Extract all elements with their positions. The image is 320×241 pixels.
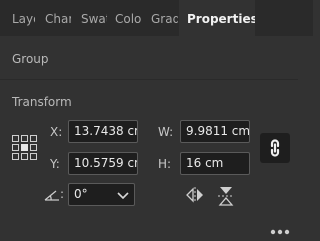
height-field[interactable]: 16 cm	[180, 152, 250, 175]
tab-gradient[interactable]: Gradient	[151, 0, 178, 36]
panel-tab-bar: Layers Character Swatches Color Gradient…	[0, 0, 313, 36]
y-field[interactable]: 10.5759 cm	[68, 152, 138, 175]
width-field[interactable]: 9.9811 cm	[180, 120, 250, 143]
constrain-proportions-button[interactable]	[260, 133, 290, 163]
flip-vertical-icon[interactable]	[218, 186, 234, 210]
tab-character[interactable]: Character	[45, 0, 71, 36]
group-label: Group	[12, 52, 49, 66]
transform-heading: Transform	[12, 95, 72, 109]
rotate-dropdown[interactable]	[112, 183, 135, 206]
rotate-angle-icon	[44, 186, 60, 205]
reference-point-icon[interactable]	[12, 135, 38, 165]
properties-panel: Layers Character Swatches Color Gradient…	[0, 0, 313, 241]
rotate-label: :	[60, 187, 65, 201]
section-divider	[0, 79, 298, 80]
tab-swatches[interactable]: Swatches	[81, 0, 107, 36]
x-label: X:	[50, 125, 63, 139]
tab-layers[interactable]: Layers	[12, 0, 35, 36]
y-label: Y:	[50, 157, 60, 171]
rotate-field[interactable]: 0°	[68, 183, 113, 206]
flip-horizontal-icon[interactable]	[185, 187, 205, 207]
link-icon	[270, 139, 280, 157]
more-options-icon[interactable]	[270, 220, 290, 239]
x-field[interactable]: 13.7438 cm	[68, 120, 138, 143]
w-label: W:	[158, 125, 174, 139]
chevron-down-icon	[117, 192, 129, 199]
h-label: H:	[158, 157, 172, 171]
tab-color[interactable]: Color	[115, 0, 142, 36]
tab-properties[interactable]: Properties	[179, 0, 255, 36]
